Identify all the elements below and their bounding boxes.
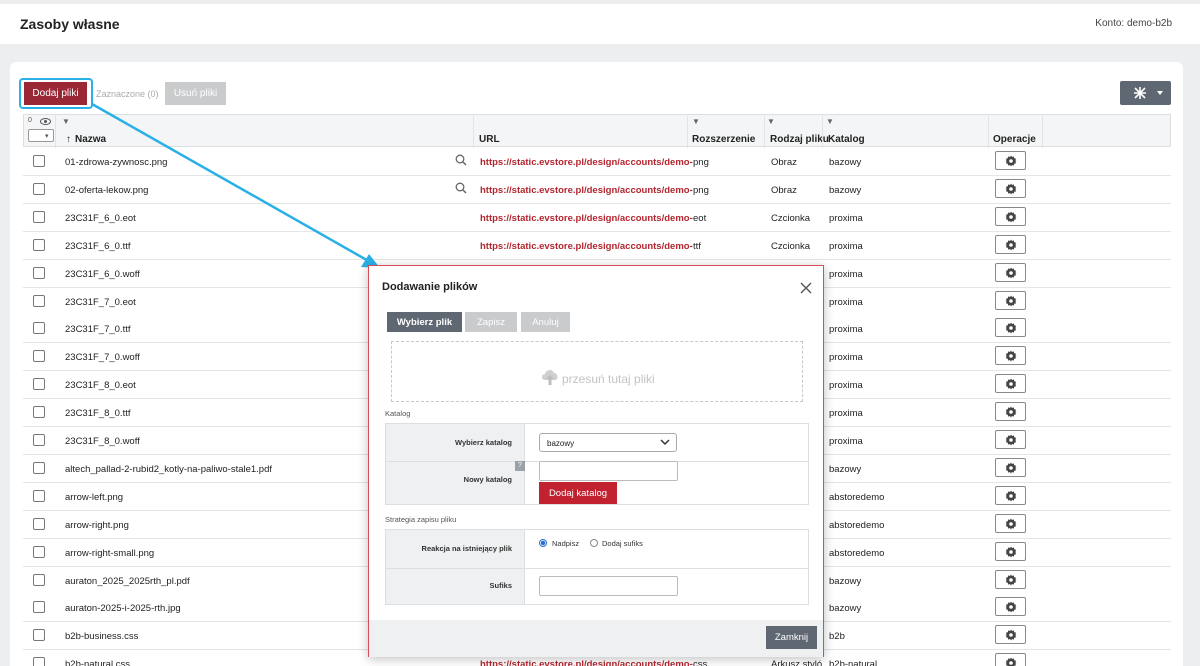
file-dropzone[interactable]: przesuń tutaj pliki [391,341,803,402]
suffix-option-label[interactable]: Dodaj sufiks [602,539,643,548]
dialog-footer: Zamknij [369,620,823,657]
catalog-form: Wybierz katalog bazowy ? Nowy katalog Do… [385,423,809,505]
overwrite-radio[interactable] [539,539,547,547]
suffix-label: Sufiks [489,581,512,590]
upload-cloud-icon [542,370,558,385]
catalog-select-value: bazowy [547,439,575,448]
new-catalog-label: Nowy katalog [463,475,512,484]
cancel-button[interactable]: Anuluj [521,312,570,332]
strategy-form: Reakcja na istniejący plik Nadpisz Dodaj… [385,529,809,605]
help-icon[interactable]: ? [515,461,525,471]
add-catalog-button[interactable]: Dodaj katalog [539,482,617,504]
new-catalog-input[interactable] [539,461,678,481]
catalog-section-label: Katalog [385,409,411,418]
suffix-radio[interactable] [590,539,598,547]
choose-catalog-label: Wybierz katalog [455,438,512,447]
close-button[interactable]: Zamknij [766,626,817,649]
chevron-down-icon [660,439,670,446]
suffix-input[interactable] [539,576,678,596]
close-icon[interactable] [800,282,812,294]
strategy-section-label: Strategia zapisu pliku [385,515,457,524]
add-files-dialog: Dodawanie plików Wybierz plik Zapisz Anu… [368,265,824,657]
choose-file-button[interactable]: Wybierz plik [387,312,462,332]
dialog-title: Dodawanie plików [382,281,478,293]
form-label-column [386,530,525,604]
dropzone-text: przesuń tutaj pliki [562,372,655,386]
catalog-select[interactable]: bazowy [539,433,677,452]
overwrite-label[interactable]: Nadpisz [552,539,579,548]
form-label-column [386,424,525,504]
form-divider [386,568,808,569]
reaction-label: Reakcja na istniejący plik [421,544,512,553]
save-button[interactable]: Zapisz [465,312,517,332]
